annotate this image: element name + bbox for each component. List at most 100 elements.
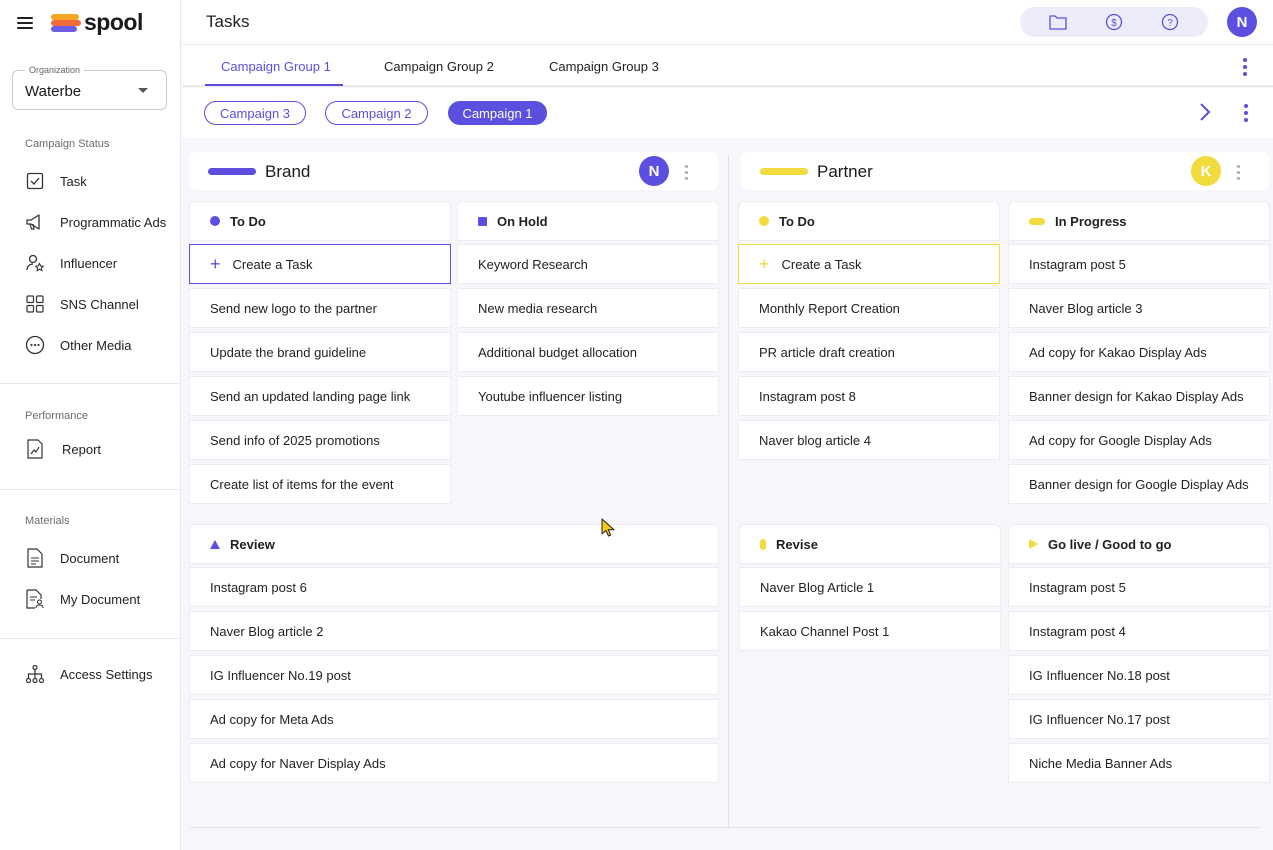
task-card[interactable]: IG Influencer No.17 post [1008, 699, 1270, 739]
sidebar: spool Organization Waterbe Campaign Stat… [0, 0, 181, 850]
mouse-pointer-icon [601, 518, 615, 541]
column-title: On Hold [497, 213, 548, 229]
task-card[interactable]: Send new logo to the partner [189, 288, 451, 328]
task-card[interactable]: Naver Blog article 2 [189, 611, 719, 651]
column-title: Go live / Good to go [1048, 536, 1172, 552]
chip-campaign-2[interactable]: Campaign 2 [325, 101, 428, 125]
chevron-right-icon[interactable] [1198, 102, 1212, 125]
task-card[interactable]: New media research [457, 288, 719, 328]
task-card[interactable]: Instagram post 6 [189, 567, 719, 607]
nav-item-my-document[interactable]: My Document [0, 582, 180, 616]
tab-campaign-group-3[interactable]: Campaign Group 3 [549, 59, 659, 74]
logo-mark-icon [51, 13, 81, 33]
chip-campaign-3[interactable]: Campaign 3 [204, 101, 306, 125]
task-card[interactable]: Ad copy for Naver Display Ads [189, 743, 719, 783]
task-card[interactable]: Send an updated landing page link [189, 376, 451, 416]
brand-more-icon[interactable] [683, 165, 689, 180]
task-card[interactable]: PR article draft creation [738, 332, 1000, 372]
sidebar-divider [0, 638, 180, 639]
influencer-icon [25, 253, 45, 273]
nav-item-label: Report [62, 441, 102, 457]
column-title: In Progress [1055, 213, 1127, 229]
task-card[interactable]: Banner design for Kakao Display Ads [1008, 376, 1270, 416]
brand-title: Brand [265, 162, 311, 181]
task-card[interactable]: Additional budget allocation [457, 332, 719, 372]
page-title: Tasks [206, 12, 250, 31]
nav-item-label: Programmatic Ads [60, 214, 167, 230]
task-card[interactable]: Update the brand guideline [189, 332, 451, 372]
create-task-button[interactable]: + Create a Task [738, 244, 1000, 284]
organization-select[interactable]: Organization Waterbe [12, 65, 167, 110]
chip-campaign-1[interactable]: Campaign 1 [448, 101, 547, 125]
column-title: To Do [779, 213, 815, 229]
caret-down-icon [138, 88, 148, 93]
active-tab-indicator [205, 84, 343, 86]
task-card[interactable]: Kakao Channel Post 1 [739, 611, 1001, 651]
create-task-button[interactable]: + Create a Task [189, 244, 451, 284]
task-card[interactable]: Banner design for Google Display Ads [1008, 464, 1270, 504]
task-card[interactable]: Create list of items for the event [189, 464, 451, 504]
partner-panel-header: Partner K [741, 152, 1269, 190]
task-card[interactable]: Instagram post 5 [1008, 244, 1270, 284]
nav-item-influencer[interactable]: Influencer [0, 246, 180, 280]
nav-item-programmatic-ads[interactable]: Programmatic Ads [0, 205, 180, 239]
nav-item-access-settings[interactable]: Access Settings [0, 657, 180, 691]
report-icon [25, 439, 45, 459]
task-card[interactable]: Instagram post 5 [1008, 567, 1270, 607]
status-triangle-icon [210, 539, 220, 549]
nav-item-sns-channel[interactable]: SNS Channel [0, 287, 180, 321]
bottom-divider [190, 827, 1260, 828]
task-card[interactable]: IG Influencer No.19 post [189, 655, 719, 695]
folder-icon[interactable] [1048, 12, 1068, 32]
task-card[interactable]: Niche Media Banner Ads [1008, 743, 1270, 783]
task-card[interactable]: IG Influencer No.18 post [1008, 655, 1270, 695]
status-pill-icon [1029, 217, 1045, 225]
document-icon [25, 548, 45, 568]
section-title-materials: Materials [25, 515, 70, 527]
task-card[interactable]: Instagram post 8 [738, 376, 1000, 416]
my-document-icon [25, 589, 45, 609]
user-avatar[interactable]: N [1227, 7, 1257, 37]
task-card[interactable]: Ad copy for Google Display Ads [1008, 420, 1270, 460]
nav-item-report[interactable]: Report [0, 432, 180, 466]
column-title: To Do [230, 213, 266, 229]
menu-icon[interactable] [17, 16, 33, 29]
nav-item-label: Task [60, 173, 87, 189]
more-circle-icon [25, 335, 45, 355]
task-card[interactable]: Send info of 2025 promotions [189, 420, 451, 460]
task-card[interactable]: Naver Blog Article 1 [739, 567, 1001, 607]
task-card[interactable]: Youtube influencer listing [457, 376, 719, 416]
nav-item-label: Other Media [60, 337, 132, 353]
task-card[interactable]: Keyword Research [457, 244, 719, 284]
tab-campaign-group-1[interactable]: Campaign Group 1 [221, 59, 331, 74]
campaign-chips-bar: Campaign 3 Campaign 2 Campaign 1 [182, 88, 1273, 138]
nav-item-other-media[interactable]: Other Media [0, 328, 180, 362]
plus-icon: + [210, 254, 221, 274]
brand-avatar[interactable]: N [639, 156, 669, 186]
column-header-partner-todo: To Do [738, 201, 1000, 241]
column-header-brand-review: Review [189, 524, 719, 564]
help-icon[interactable]: ? [1160, 12, 1180, 32]
create-task-label: Create a Task [781, 256, 862, 272]
task-card[interactable]: Monthly Report Creation [738, 288, 1000, 328]
organization-label: Organization [25, 65, 85, 75]
nav-item-document[interactable]: Document [0, 541, 180, 575]
task-card[interactable]: Ad copy for Meta Ads [189, 699, 719, 739]
task-card[interactable]: Naver Blog article 3 [1008, 288, 1270, 328]
app-logo[interactable]: spool [51, 9, 143, 36]
nav-item-label: Access Settings [60, 666, 153, 682]
task-card[interactable]: Naver blog article 4 [738, 420, 1000, 460]
partner-more-icon[interactable] [1235, 165, 1241, 180]
column-header-brand-todo: To Do [189, 201, 451, 241]
tabs-more-icon[interactable] [1242, 58, 1248, 76]
partner-avatar[interactable]: K [1191, 156, 1221, 186]
column-header-brand-onhold: On Hold [457, 201, 719, 241]
task-card[interactable]: Ad copy for Kakao Display Ads [1008, 332, 1270, 372]
app-name: spool [84, 9, 143, 35]
chips-more-icon[interactable] [1243, 104, 1249, 122]
dollar-icon[interactable]: $ [1104, 12, 1124, 32]
column-title: Revise [776, 536, 818, 552]
tab-campaign-group-2[interactable]: Campaign Group 2 [384, 59, 494, 74]
task-card[interactable]: Instagram post 4 [1008, 611, 1270, 651]
nav-item-task[interactable]: Task [0, 164, 180, 198]
